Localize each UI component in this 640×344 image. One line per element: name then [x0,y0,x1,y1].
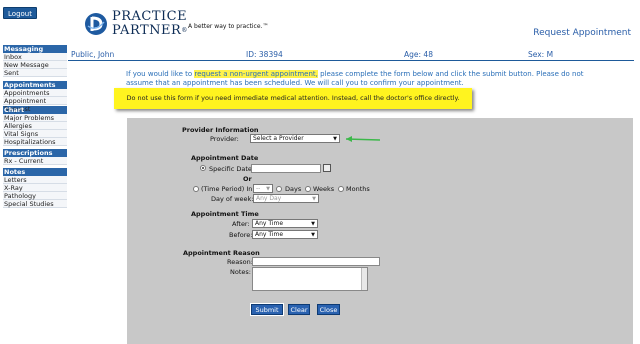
provider-select[interactable]: Select a Provider ▼ [250,134,340,143]
specific-date-label: Specific Date: [209,165,255,173]
before-label: Before: [229,231,253,239]
reason-label: Reason: [227,258,253,266]
provider-select-value: Select a Provider [253,135,304,142]
sidebar-item-major-problems[interactable]: Major Problems [3,114,67,122]
intro-text: If you would like to request a non-urgen… [126,70,586,88]
intro-part1: If you would like to [126,70,195,78]
chevron-down-icon: ▼ [312,196,316,202]
sidebar: Messaging Inbox New Message Sent Appoint… [3,44,67,208]
sidebar-item-rx-current[interactable]: Rx - Current [3,157,67,165]
patient-info-bar: Public, John ID: 38394 Age: 48 Sex: M [68,49,634,61]
sidebar-heading-prescriptions: Prescriptions [3,149,67,157]
close-button[interactable]: Close [317,304,340,315]
time-period-select-value: -- [256,185,261,192]
sidebar-item-pathology[interactable]: Pathology [3,192,67,200]
logo-wordmark: PRACTICE PARTNER® [112,10,188,38]
page-title: Request Appointment [533,28,631,38]
tagline: A better way to practice.™ [188,23,269,30]
logo-line1: PRACTICE [112,9,188,24]
sidebar-item-x-ray[interactable]: X-Ray [3,184,67,192]
patient-age: Age: 48 [404,50,433,59]
chevron-down-icon: ▼ [311,232,315,238]
patient-sex: Sex: M [528,50,554,59]
intro-part2: please complete the form below and click… [317,70,584,78]
chevron-down-icon: ▼ [311,221,315,227]
submit-button[interactable]: Submit [250,303,284,316]
logout-button[interactable]: Logout [3,7,37,19]
time-period-select[interactable]: -- ▼ [253,184,273,193]
intro-line2: assume that an appointment has been sche… [126,79,464,87]
sidebar-heading-notes: Notes [3,168,67,176]
weeks-label: Weeks [313,185,335,193]
before-time-select-value: Any Time [255,231,284,238]
logo-registered-mark: ® [181,27,188,34]
sidebar-item-new-message[interactable]: New Message [3,61,67,69]
patient-name: Public, John [71,50,115,59]
notes-scrollbar[interactable] [361,268,367,290]
time-period-label: (Time Period) In: [201,185,255,193]
reason-input[interactable] [252,257,380,266]
sidebar-heading-chart: Chart [3,106,67,114]
date-section-heading: Appointment Date [191,154,259,162]
specific-date-radio[interactable] [200,165,206,171]
sidebar-item-sent[interactable]: Sent [3,69,67,77]
sidebar-item-special-studies[interactable]: Special Studies [3,200,67,208]
notes-label: Notes: [230,268,251,276]
days-label: Days [285,185,302,193]
months-radio[interactable] [338,186,344,192]
time-period-radio[interactable] [193,186,199,192]
before-time-select[interactable]: Any Time ▼ [252,230,318,239]
day-of-week-label: Day of week: [211,195,254,203]
green-arrow-icon [345,136,381,142]
sidebar-item-allergies[interactable]: Allergies [3,122,67,130]
provider-section-heading: Provider Information [182,126,259,134]
sidebar-item-hospitalizations[interactable]: Hospitalizations [3,138,67,146]
or-label: Or [243,175,252,183]
reason-section-heading: Appointment Reason [183,249,260,257]
logo-line2: PARTNER [112,23,182,38]
notes-textarea[interactable] [252,267,368,291]
sidebar-heading-messaging: Messaging [3,45,67,53]
chevron-down-icon: ▼ [333,136,337,142]
practice-partner-logo-icon [85,13,107,35]
specific-date-input[interactable] [251,164,321,173]
sidebar-item-vital-signs[interactable]: Vital Signs [3,130,67,138]
calendar-icon[interactable] [323,164,331,172]
appointment-form-panel [127,118,633,344]
patient-id: ID: 38394 [246,50,283,59]
warning-banner: Do not use this form if you need immedia… [114,88,472,109]
sidebar-item-appointment-request[interactable]: Appointment Request [3,97,67,113]
clear-button[interactable]: Clear [288,304,310,315]
after-time-select-value: Any Time [255,220,284,227]
day-of-week-select[interactable]: Any Day ▼ [253,194,319,203]
time-section-heading: Appointment Time [191,210,259,218]
sidebar-item-appointments[interactable]: Appointments [3,89,67,97]
provider-label: Provider: [210,135,239,143]
sidebar-item-inbox[interactable]: Inbox [3,53,67,61]
sidebar-item-letters[interactable]: Letters [3,176,67,184]
intro-highlight: request a non-urgent appointment, [194,70,318,78]
months-label: Months [346,185,370,193]
after-time-select[interactable]: Any Time ▼ [252,219,318,228]
weeks-radio[interactable] [305,186,311,192]
day-of-week-select-value: Any Day [256,195,282,202]
sidebar-heading-appointments: Appointments [3,81,67,89]
days-radio[interactable] [276,186,282,192]
after-label: After: [232,220,250,228]
chevron-down-icon: ▼ [266,186,270,192]
